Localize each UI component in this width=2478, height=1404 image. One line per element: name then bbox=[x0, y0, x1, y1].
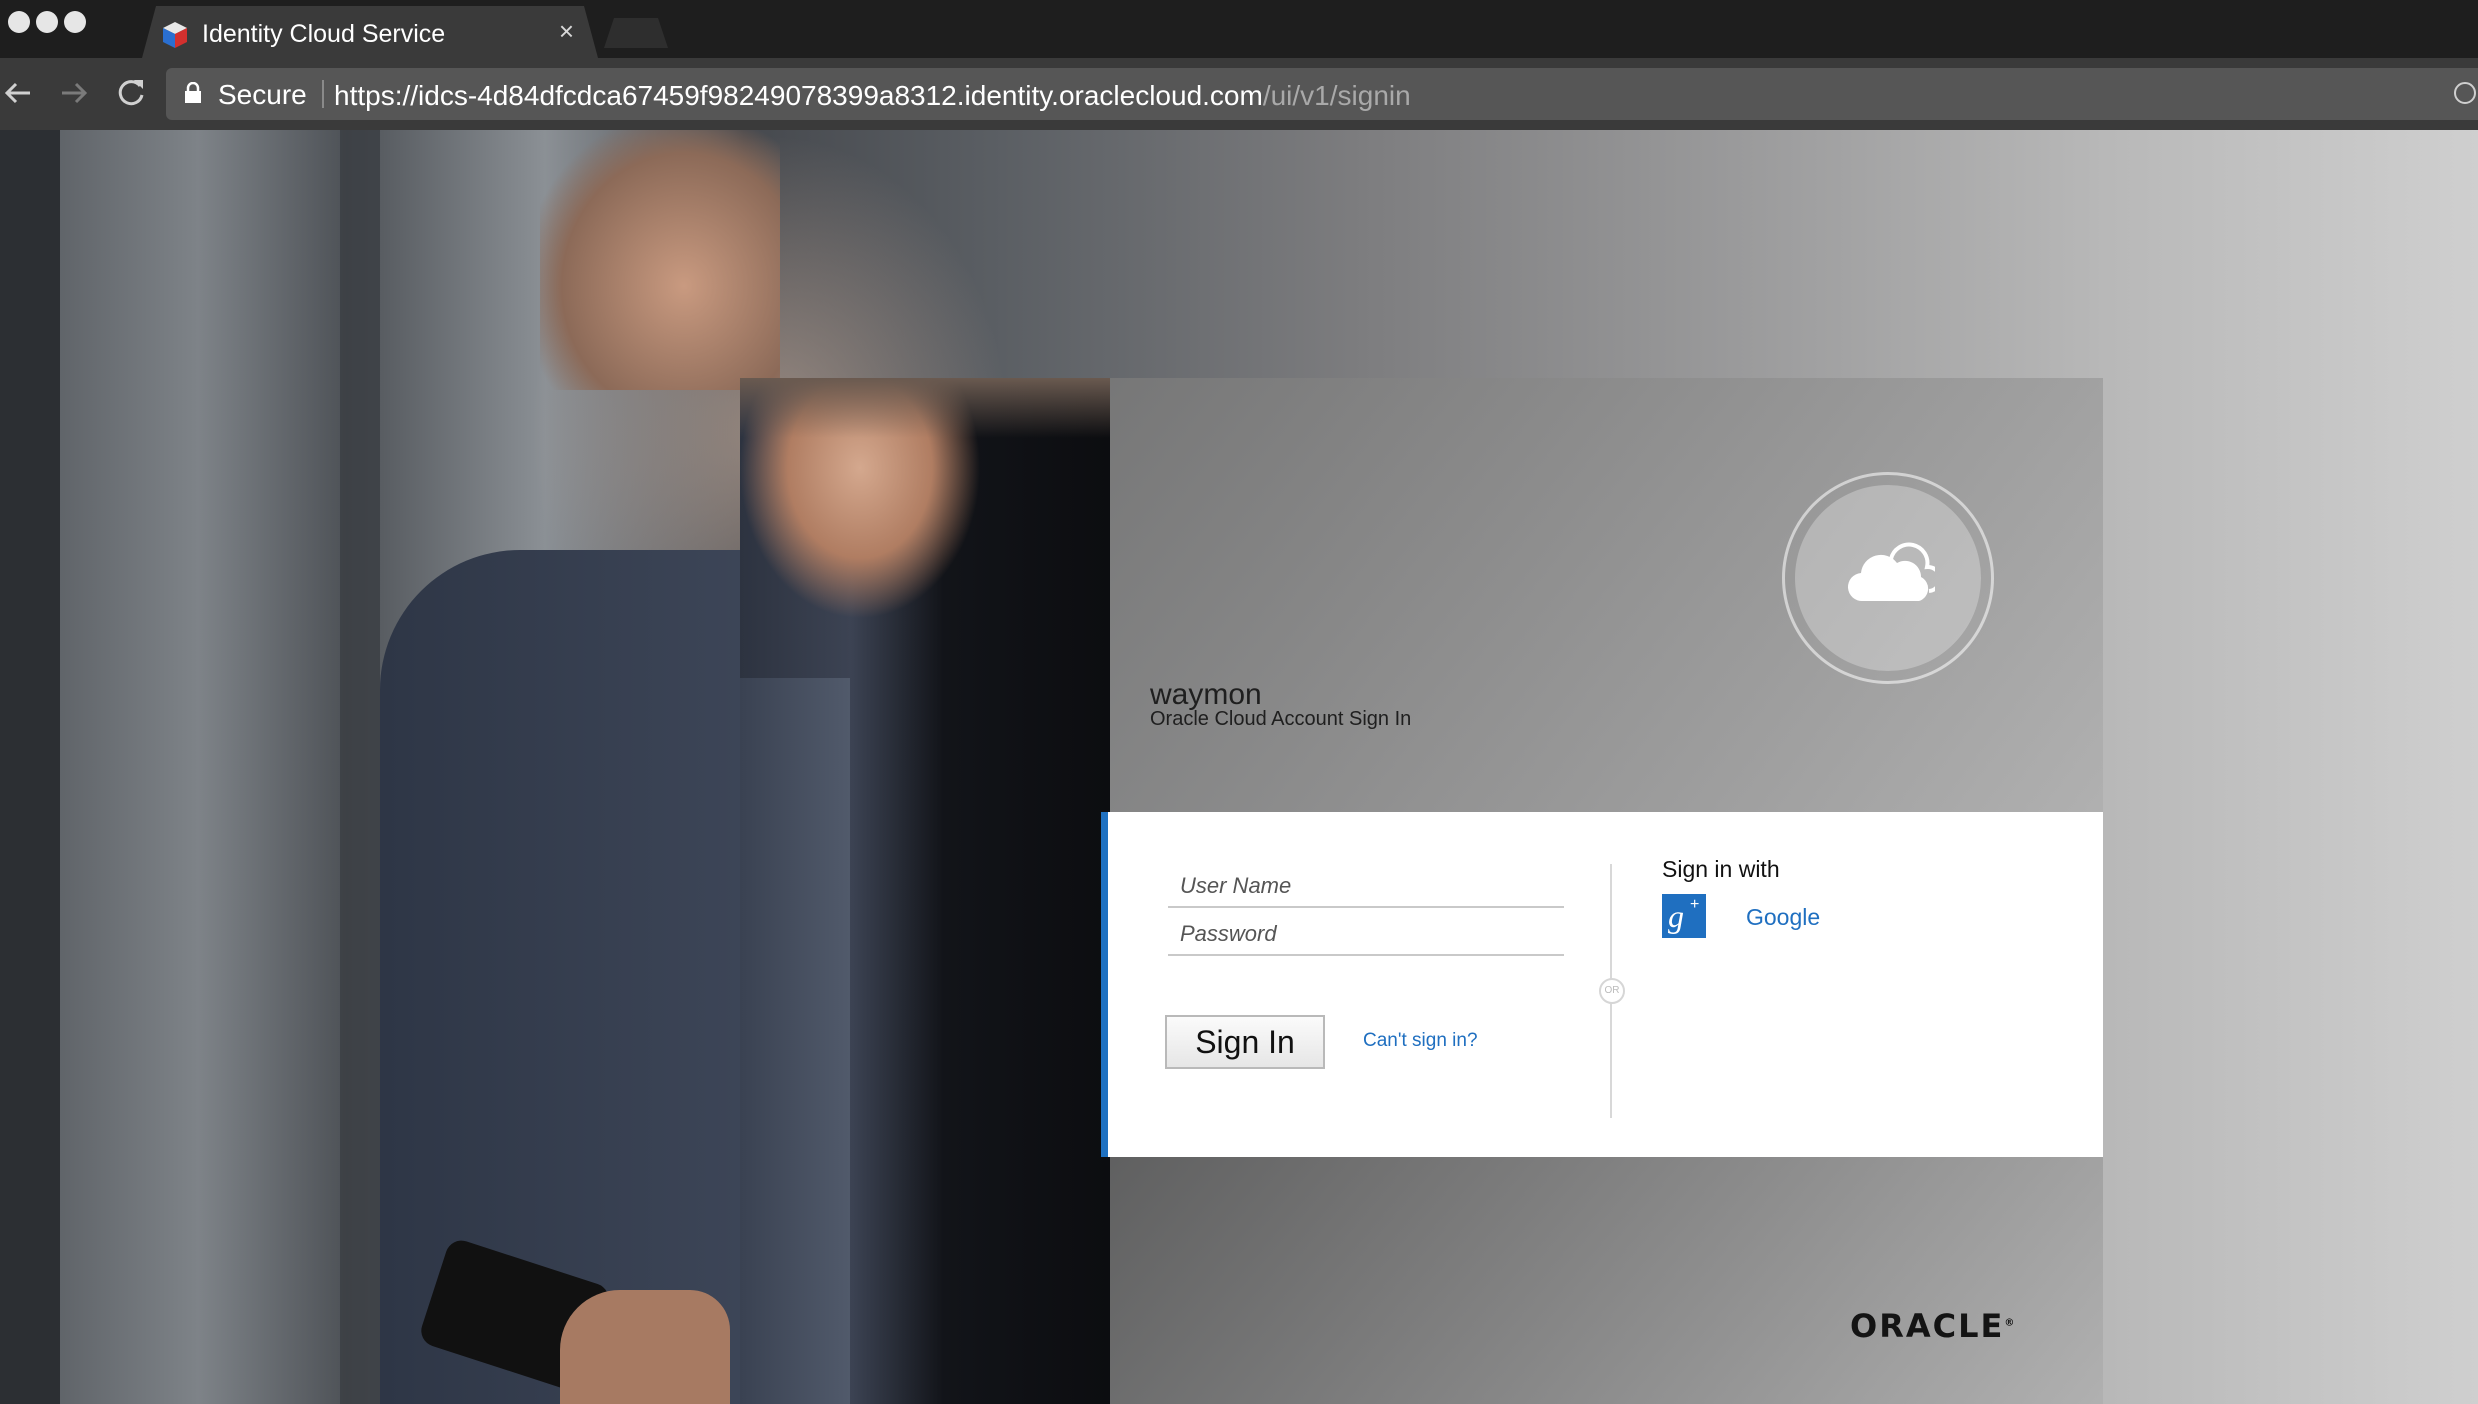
signin-subtitle: Oracle Cloud Account Sign In bbox=[1150, 708, 1412, 730]
forward-arrow-icon[interactable] bbox=[54, 74, 92, 112]
url-text[interactable]: https://idcs-4d84dfcdca67459f98249078399… bbox=[334, 80, 1411, 112]
back-arrow-icon[interactable] bbox=[0, 74, 38, 112]
cloud-emblem bbox=[1782, 472, 1994, 684]
cloud-emblem-circle bbox=[1795, 485, 1981, 671]
oracle-logo: ORACLE® bbox=[1850, 1307, 2016, 1345]
username-input[interactable] bbox=[1168, 866, 1564, 906]
window-close-button[interactable] bbox=[8, 11, 30, 33]
url-separator bbox=[322, 80, 324, 108]
lock-icon bbox=[185, 82, 201, 103]
signin-header-panel: waymon Oracle Cloud Account Sign In bbox=[1110, 378, 2103, 812]
new-tab-button[interactable] bbox=[604, 18, 668, 48]
background-hand bbox=[560, 1290, 730, 1404]
password-input[interactable] bbox=[1168, 914, 1564, 954]
browser-toolbar: Secure https://idcs-4d84dfcdca67459f9824… bbox=[0, 58, 2478, 130]
browser-titlebar: Identity Cloud Service × bbox=[0, 0, 2478, 58]
oracle-cube-favicon-icon bbox=[160, 20, 190, 50]
url-host: idcs-4d84dfcdca67459f98249078399a8312.id… bbox=[418, 80, 1263, 111]
google-signin-link[interactable]: Google bbox=[1746, 904, 1820, 931]
background-window-mullion bbox=[340, 130, 380, 1404]
signin-form-panel: Sign In Can't sign in? OR Sign in with g… bbox=[1101, 812, 2103, 1157]
cloud-icon bbox=[1847, 542, 1935, 602]
signin-footer-panel: ORACLE® bbox=[1110, 1157, 2103, 1404]
site-info-icon[interactable] bbox=[2454, 82, 2476, 104]
photo-jacket bbox=[740, 678, 850, 1404]
oracle-logo-text: ORACLE bbox=[1850, 1307, 2005, 1345]
sign-in-with-label: Sign in with bbox=[1662, 856, 1780, 882]
window-zoom-button[interactable] bbox=[64, 11, 86, 33]
url-path: /ui/v1/signin bbox=[1262, 80, 1411, 111]
window-minimize-button[interactable] bbox=[36, 11, 58, 33]
reload-icon[interactable] bbox=[112, 74, 150, 112]
google-plus-icon[interactable]: g + bbox=[1662, 894, 1706, 938]
or-badge: OR bbox=[1599, 978, 1625, 1004]
tenant-name: waymon bbox=[1150, 678, 1262, 711]
google-plus-sign: + bbox=[1690, 896, 1700, 913]
username-field[interactable] bbox=[1168, 866, 1564, 908]
password-field[interactable] bbox=[1168, 914, 1564, 956]
url-scheme: https:// bbox=[334, 80, 419, 111]
secure-label: Secure bbox=[218, 79, 307, 110]
background-head bbox=[540, 130, 780, 390]
tab-close-icon[interactable]: × bbox=[559, 18, 574, 44]
background-window-frame bbox=[0, 130, 60, 1404]
google-plus-glyph: g bbox=[1668, 898, 1684, 934]
cant-sign-in-link[interactable]: Can't sign in? bbox=[1363, 1030, 1478, 1052]
browser-tab-active[interactable]: Identity Cloud Service × bbox=[142, 6, 598, 58]
address-bar[interactable]: Secure https://idcs-4d84dfcdca67459f9824… bbox=[166, 68, 2478, 120]
sign-in-button[interactable]: Sign In bbox=[1165, 1015, 1325, 1069]
signin-photo-panel bbox=[740, 378, 1110, 1404]
photo-hair bbox=[740, 378, 1110, 438]
tab-title: Identity Cloud Service bbox=[202, 20, 446, 48]
oracle-trademark: ® bbox=[2004, 1317, 2017, 1329]
